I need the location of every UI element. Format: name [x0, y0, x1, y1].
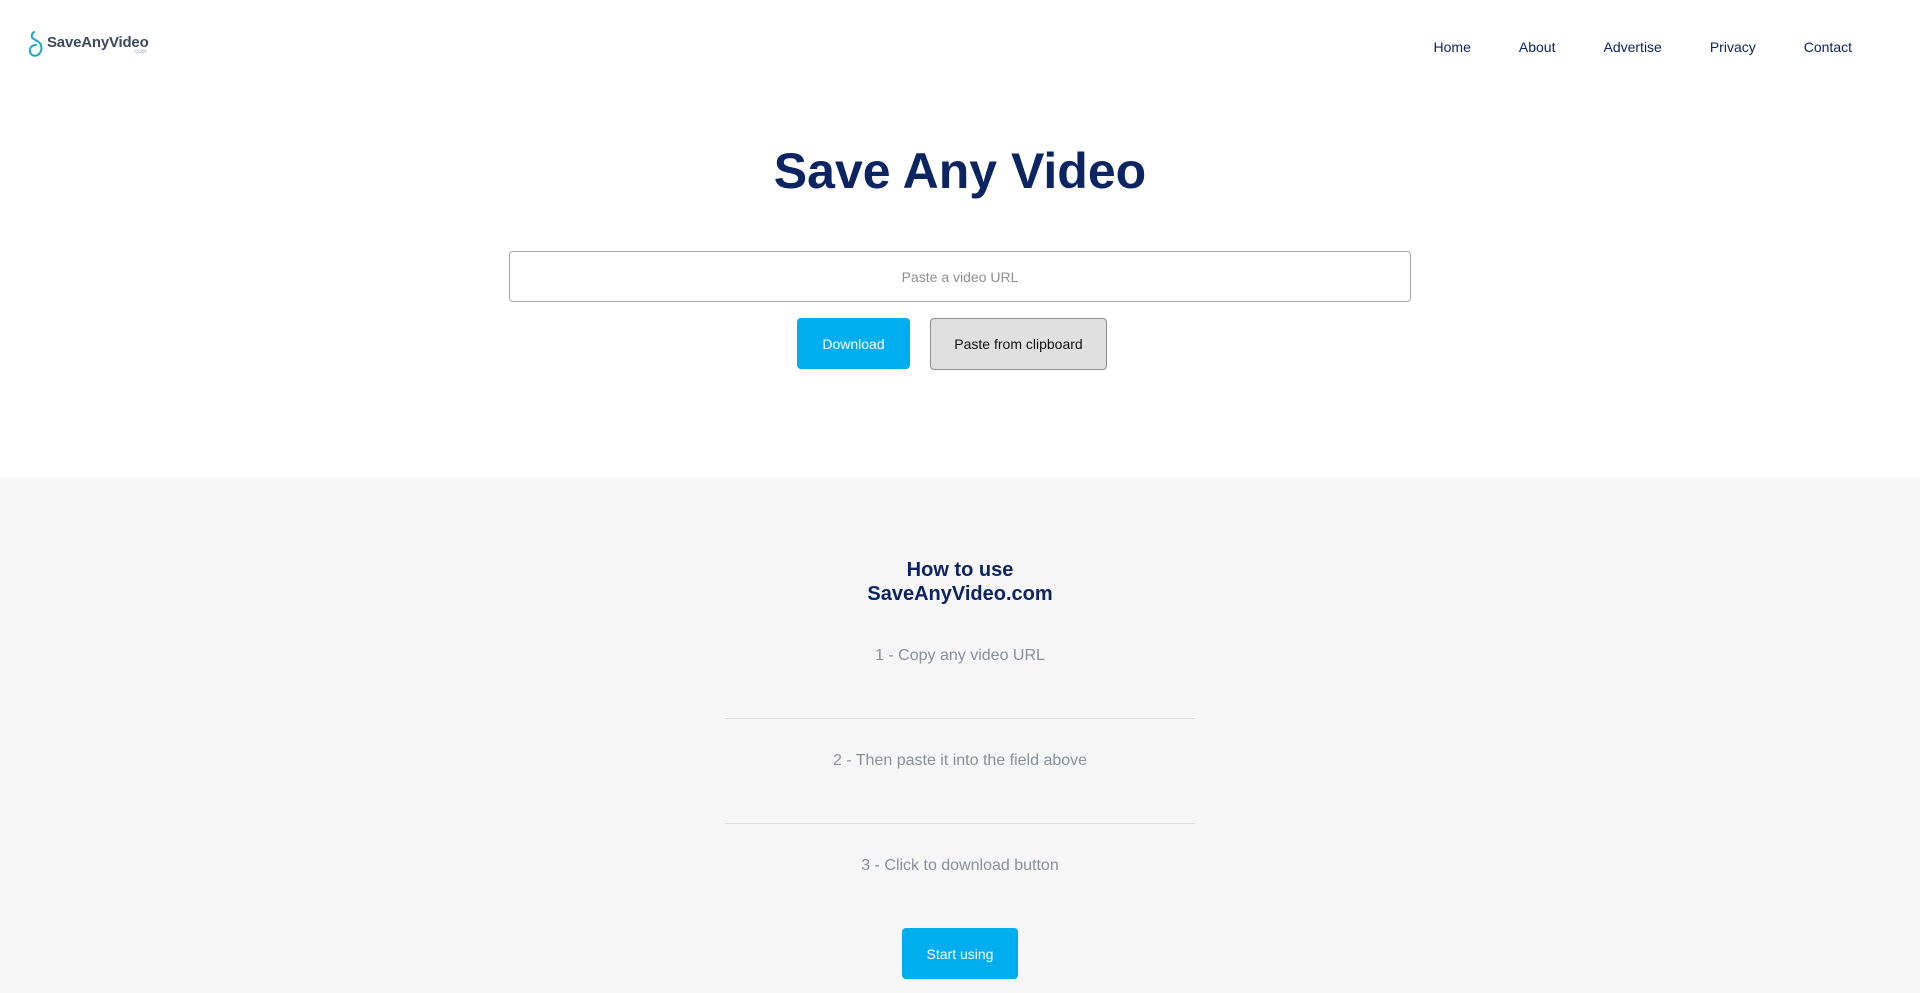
how-to-use-title-line1: How to use	[906, 559, 1014, 581]
logo-name: SaveAnyVideo	[47, 34, 149, 51]
step-3: 3 - Click to download button	[861, 857, 1059, 874]
nav-home[interactable]: Home	[1434, 38, 1471, 56]
logo-icon	[28, 31, 43, 57]
how-to-use-section: How to use SaveAnyVideo.com 1 - Copy any…	[0, 478, 1920, 993]
step-2: 2 - Then paste it into the field above	[832, 752, 1088, 769]
page-title: Save Any Video	[773, 143, 1147, 199]
nav-about[interactable]: About	[1519, 38, 1556, 56]
start-using-button[interactable]: Start using	[902, 928, 1018, 979]
step-1: 1 - Copy any video URL	[875, 647, 1045, 664]
video-url-input[interactable]	[509, 251, 1411, 302]
download-button[interactable]: Download	[797, 318, 910, 369]
step-divider	[725, 718, 1195, 719]
main-nav: Home About Advertise Privacy Contact	[1434, 38, 1852, 56]
logo-wordmark: SaveAnyVideo .com	[47, 34, 149, 55]
nav-advertise[interactable]: Advertise	[1603, 38, 1661, 56]
paste-from-clipboard-button[interactable]: Paste from clipboard	[930, 318, 1107, 370]
site-logo[interactable]: SaveAnyVideo .com	[28, 30, 149, 60]
how-to-use-title-line2: SaveAnyVideo.com	[867, 583, 1053, 605]
logo-tld: .com	[133, 49, 147, 55]
step-divider	[725, 823, 1195, 824]
nav-privacy[interactable]: Privacy	[1710, 38, 1756, 56]
site-header: SaveAnyVideo .com Home About Advertise P…	[0, 0, 1920, 95]
nav-contact[interactable]: Contact	[1804, 38, 1852, 56]
how-to-use-title: How to use SaveAnyVideo.com	[0, 558, 1920, 606]
